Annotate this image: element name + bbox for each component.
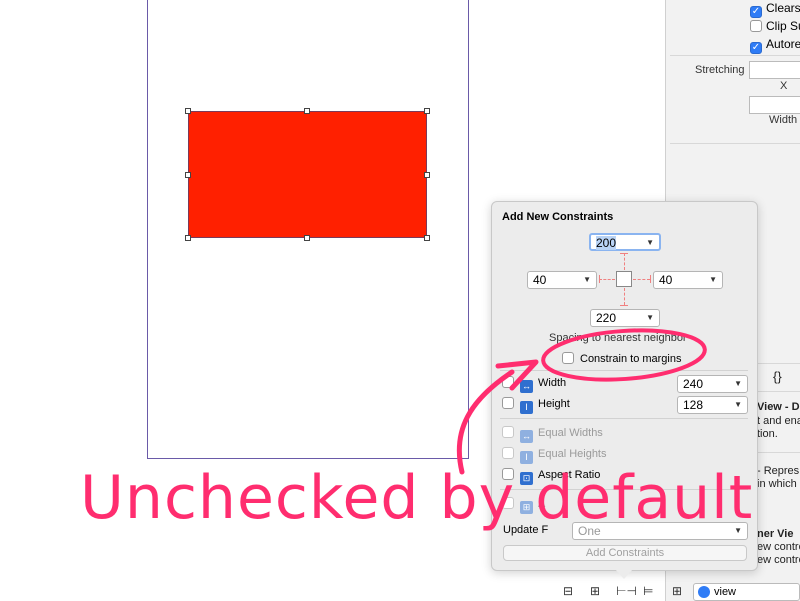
- annotation-text: Unchecked by default: [80, 463, 754, 533]
- annotation-arrow: [456, 369, 515, 475]
- annotation-circle: [541, 328, 707, 382]
